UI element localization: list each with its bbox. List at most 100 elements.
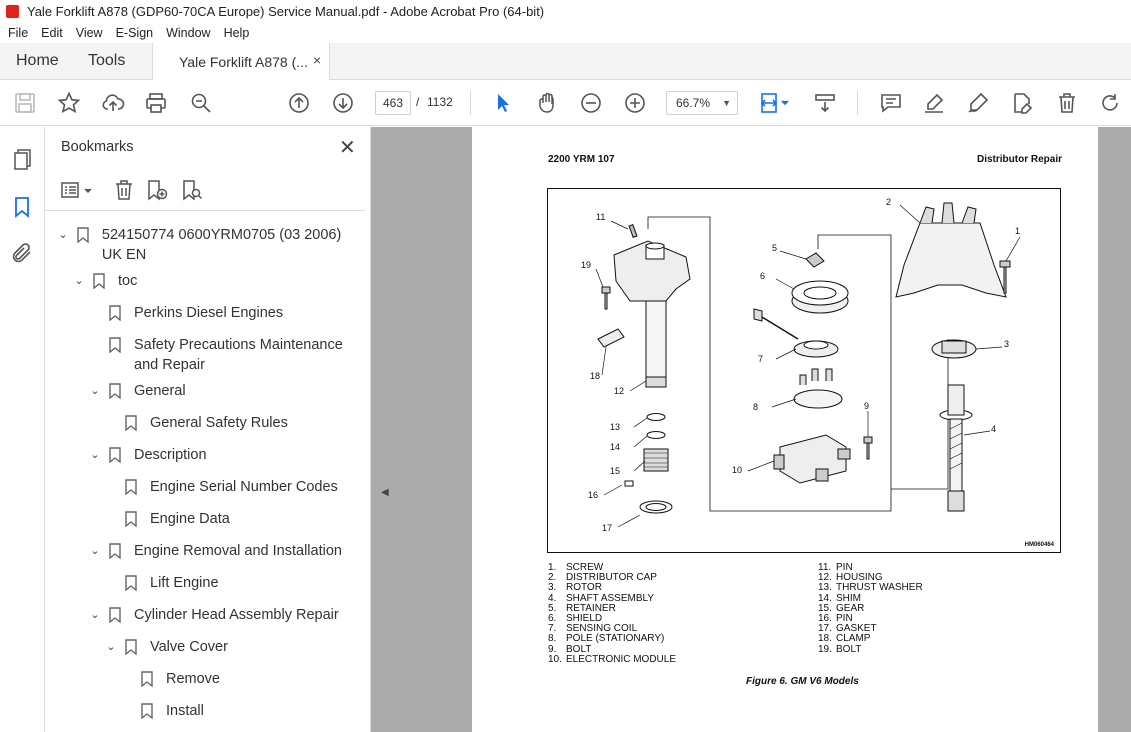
bookmark-label: Engine Data — [150, 511, 230, 527]
bookmark-icon — [109, 607, 121, 624]
bookmark-item-remove[interactable]: Remove — [141, 669, 220, 689]
page-thumbnails-icon[interactable] — [10, 148, 34, 172]
bookmark-item-valve-cover[interactable]: ⌄ Valve Cover — [103, 637, 228, 657]
zoom-level-select[interactable]: 66.7% ▼ — [666, 91, 738, 115]
chevron-down-icon[interactable]: ⌄ — [87, 541, 103, 561]
menu-edit[interactable]: Edit — [41, 26, 63, 40]
bookmark-item-cylinder-head[interactable]: ⌄ Cylinder Head Assembly Repair — [87, 605, 339, 625]
page-total: 1132 — [427, 95, 453, 109]
collapse-panel-icon[interactable]: ◀ — [381, 487, 389, 498]
highlight-pen-icon[interactable] — [922, 91, 946, 115]
page-number-input[interactable]: 463 — [375, 91, 411, 115]
bookmark-search-icon[interactable] — [181, 179, 203, 201]
zoom-search-icon[interactable] — [189, 91, 213, 115]
tab-bar: Home Tools Yale Forklift A878 (... × — [0, 43, 1131, 81]
bookmark-item-install[interactable]: Install — [141, 701, 204, 721]
save-icon[interactable] — [13, 91, 37, 115]
bookmark-item-description[interactable]: ⌄ Description — [87, 445, 207, 465]
delete-bookmark-icon[interactable] — [113, 179, 135, 201]
left-navigation-rail — [0, 127, 45, 732]
menu-help[interactable]: Help — [224, 26, 250, 40]
bookmark-label: Valve Cover — [150, 639, 228, 655]
bookmark-icon — [77, 227, 89, 244]
callout-10: 10 — [732, 465, 742, 475]
select-cursor-icon[interactable] — [491, 91, 515, 115]
tab-document[interactable]: Yale Forklift A878 (... × — [152, 43, 330, 81]
bookmark-label: Install — [166, 703, 204, 719]
bookmark-item-root[interactable]: ⌄ 524150774 0600YRM0705 (03 2006) UK EN — [55, 225, 345, 265]
zoom-out-icon[interactable] — [579, 91, 603, 115]
menu-file[interactable]: File — [8, 26, 28, 40]
bookmark-item-engine-removal[interactable]: ⌄ Engine Removal and Installation — [87, 541, 342, 561]
callout-12: 12 — [614, 386, 624, 396]
bookmark-options-icon[interactable] — [61, 179, 95, 201]
draw-sign-icon[interactable] — [966, 91, 990, 115]
comment-icon[interactable] — [879, 91, 903, 115]
bookmark-item-general-safety-rules[interactable]: General Safety Rules — [125, 413, 288, 433]
page-fit-icon[interactable] — [759, 91, 791, 115]
callout-16: 16 — [588, 490, 598, 500]
bookmark-icon — [93, 273, 105, 290]
bookmark-item-perkins[interactable]: Perkins Diesel Engines — [109, 303, 283, 323]
legend-row: 14. SHIM — [818, 592, 861, 604]
menu-view[interactable]: View — [76, 26, 103, 40]
menu-window[interactable]: Window — [166, 26, 210, 40]
toolbar-divider — [470, 91, 471, 115]
bookmark-item-engine-data[interactable]: Engine Data — [125, 509, 230, 529]
exploded-view-figure: 11 19 18 12 13 14 15 16 17 5 6 7 8 9 10 … — [547, 188, 1061, 553]
tab-close-icon[interactable]: × — [313, 52, 321, 68]
callout-9: 9 — [864, 401, 869, 411]
bookmark-item-lift-engine[interactable]: Lift Engine — [125, 573, 219, 593]
bookmark-label: Description — [134, 447, 207, 463]
close-icon[interactable]: ✕ — [339, 135, 356, 160]
bookmarks-tree: ⌄ 524150774 0600YRM0705 (03 2006) UK EN … — [45, 215, 355, 732]
edit-text-icon[interactable] — [1010, 91, 1034, 115]
hand-tool-icon[interactable] — [535, 91, 559, 115]
bookmarks-toolbar — [45, 167, 365, 211]
scroll-mode-icon[interactable] — [813, 91, 837, 115]
chevron-down-icon[interactable]: ⌄ — [87, 381, 103, 401]
page-up-icon[interactable] — [287, 91, 311, 115]
chevron-down-icon[interactable]: ⌄ — [71, 271, 87, 291]
parts-legend-left: 1. SCREW 2. DISTRIBUTOR CAP 3. ROTOR 4. SHAF… — [548, 562, 677, 665]
star-icon[interactable] — [57, 91, 81, 115]
chevron-down-icon[interactable]: ⌄ — [87, 445, 103, 465]
bookmark-label: Engine Serial Number Codes — [150, 479, 338, 495]
bookmark-label: Lift Engine — [150, 575, 219, 591]
legend-row: 15. GEAR — [818, 602, 865, 614]
tab-document-label: Yale Forklift A878 (... — [179, 54, 308, 70]
page-separator: / — [416, 95, 420, 109]
bookmark-item-engine-serial[interactable]: Engine Serial Number Codes — [125, 477, 338, 497]
tab-tools[interactable]: Tools — [88, 52, 125, 70]
chevron-down-icon[interactable]: ⌄ — [87, 605, 103, 625]
attachment-icon[interactable] — [10, 241, 34, 265]
document-viewer[interactable]: ◀ 2200 YRM 107 Distributor Repair 11 19 … — [371, 127, 1131, 732]
bookmark-item-general[interactable]: ⌄ General — [87, 381, 186, 401]
callout-13: 13 — [610, 422, 620, 432]
chevron-down-icon[interactable]: ⌄ — [103, 637, 119, 657]
callout-19: 19 — [581, 260, 591, 270]
bookmark-label: toc — [118, 273, 138, 289]
bookmark-icon — [125, 639, 137, 656]
chevron-down-icon[interactable]: ⌄ — [55, 225, 71, 245]
tab-home[interactable]: Home — [16, 52, 59, 70]
zoom-in-icon[interactable] — [623, 91, 647, 115]
bookmark-panel-icon[interactable] — [10, 195, 34, 219]
rotate-icon[interactable] — [1098, 91, 1122, 115]
window-title: Yale Forklift A878 (GDP60-70CA Europe) S… — [27, 3, 545, 19]
legend-row: 10. ELECTRONIC MODULE — [548, 653, 677, 665]
trash-icon[interactable] — [1055, 91, 1079, 115]
bookmark-item-safety[interactable]: Safety Precautions Maintenance and Repai… — [109, 335, 349, 375]
bookmark-icon — [109, 543, 121, 560]
cloud-upload-icon[interactable] — [101, 91, 125, 115]
menu-esign[interactable]: E-Sign — [116, 26, 154, 40]
parts-legend-right: 11. PIN 12. HOUSING 13. THRUST WASHER 14. SH… — [818, 562, 923, 655]
bookmark-label: Safety Precautions Maintenance and Repai… — [134, 337, 343, 373]
print-icon[interactable] — [144, 91, 168, 115]
page-down-icon[interactable] — [331, 91, 355, 115]
bookmark-item-toc[interactable]: ⌄ toc — [71, 271, 137, 291]
title-bar: Yale Forklift A878 (GDP60-70CA Europe) S… — [0, 0, 1131, 22]
bookmark-icon — [109, 447, 121, 464]
chevron-down-icon: ▼ — [722, 98, 731, 108]
new-bookmark-icon[interactable] — [146, 179, 168, 201]
